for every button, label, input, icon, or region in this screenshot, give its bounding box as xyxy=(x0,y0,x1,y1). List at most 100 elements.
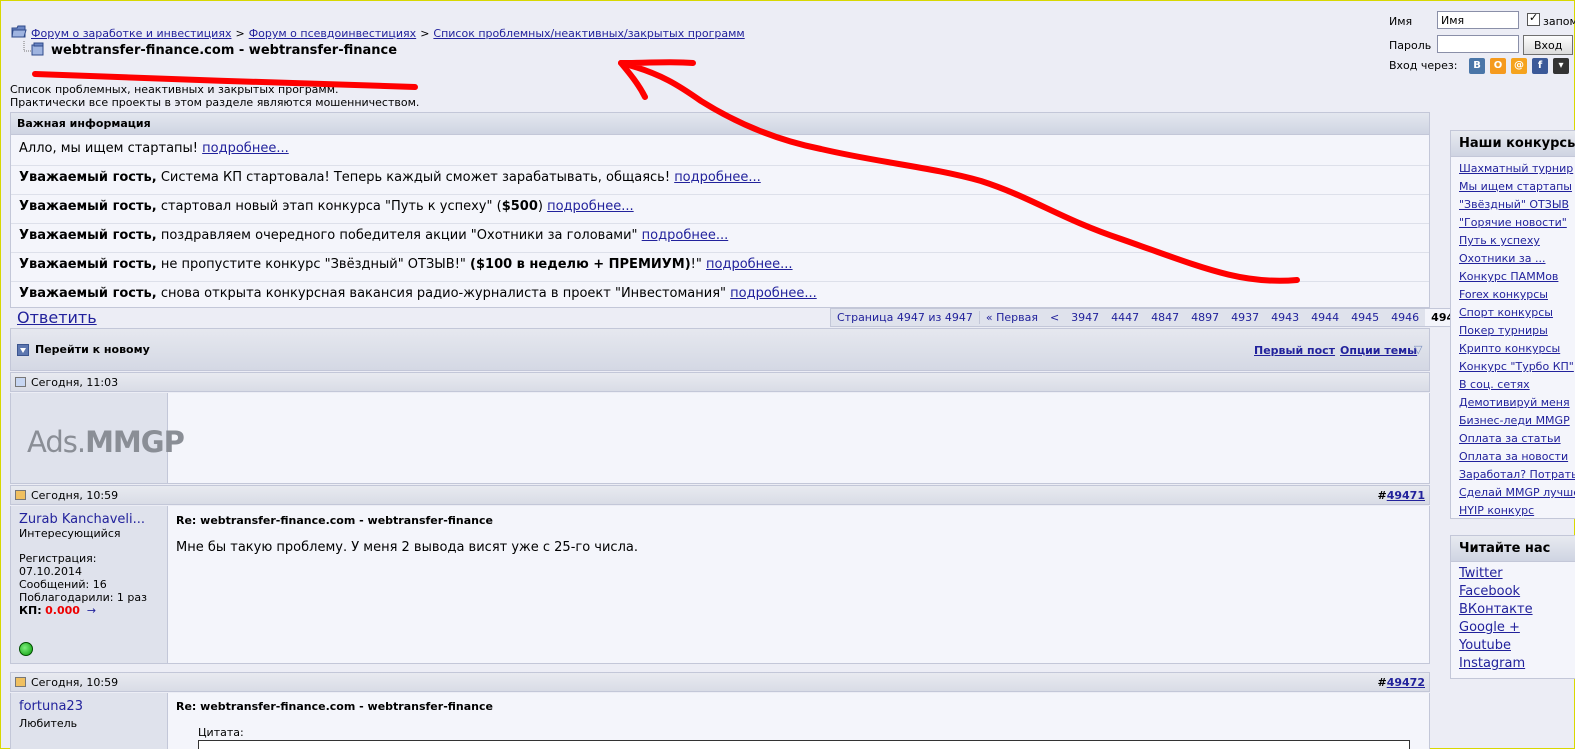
youtube-link[interactable]: Youtube xyxy=(1459,638,1511,653)
facebook-icon[interactable]: f xyxy=(1532,58,1548,74)
username-input[interactable] xyxy=(1437,11,1519,29)
more-link[interactable]: подробнее... xyxy=(706,257,793,272)
googleplus-link[interactable]: Google + xyxy=(1459,620,1520,635)
contest-link[interactable]: Конкурс ПАММов xyxy=(1459,270,1558,283)
post-status-icon xyxy=(15,677,26,687)
instagram-link[interactable]: Instagram xyxy=(1459,656,1525,671)
user-rank: Любитель xyxy=(19,717,78,730)
thread-options-dropdown-icon[interactable]: ▽ xyxy=(1414,343,1422,356)
more-icon[interactable]: ▾ xyxy=(1553,58,1569,74)
vkontakte-link[interactable]: ВКонтакте xyxy=(1459,602,1533,617)
online-status-icon xyxy=(19,642,33,656)
breadcrumb-link-forum[interactable]: Форум о заработке и инвестициях xyxy=(31,27,231,40)
contest-link[interactable]: HYIP конкурс xyxy=(1459,504,1534,517)
user-meta: Регистрация: 07.10.2014 Сообщений: 16 По… xyxy=(19,552,147,617)
vk-icon[interactable]: В xyxy=(1469,58,1485,74)
info-bold: Уважаемый гость, xyxy=(19,228,157,243)
contest-link[interactable]: Forex конкурсы xyxy=(1459,288,1548,301)
remember-checkbox[interactable] xyxy=(1527,11,1540,26)
page-link[interactable]: 4943 xyxy=(1265,311,1305,324)
page-link[interactable]: 4897 xyxy=(1185,311,1225,324)
quote-label: Цитата: xyxy=(198,726,244,739)
post: fortuna23 Любитель Re: webtransfer-finan… xyxy=(10,693,1430,749)
first-post-link[interactable]: Первый пост xyxy=(1254,344,1335,357)
more-link[interactable]: подробнее... xyxy=(642,228,729,243)
mailru-icon[interactable]: @ xyxy=(1511,58,1527,74)
contest-link[interactable]: Покер турниры xyxy=(1459,324,1548,337)
more-link[interactable]: подробнее... xyxy=(674,170,761,185)
contest-link[interactable]: Охотники за ... xyxy=(1459,252,1546,265)
contest-link[interactable]: Сделай MMGP лучше xyxy=(1459,486,1575,499)
info-text: ) xyxy=(537,199,548,214)
contest-link[interactable]: Демотивируй меня xyxy=(1459,396,1570,409)
contest-link[interactable]: Путь к успеху xyxy=(1459,234,1540,247)
contest-link[interactable]: "Горячие новости" xyxy=(1459,216,1567,229)
contest-link[interactable]: Шахматный турнир xyxy=(1459,162,1573,175)
divider xyxy=(11,252,1429,253)
thread-options-link[interactable]: Опции темы xyxy=(1340,344,1417,357)
forum-description: Список проблемных, неактивных и закрытых… xyxy=(10,83,419,109)
breadcrumb-link-pseudo[interactable]: Форум о псевдоинвестициях xyxy=(249,27,417,40)
info-bold: Уважаемый гость, xyxy=(19,199,157,214)
page-link[interactable]: 4937 xyxy=(1225,311,1265,324)
reg-date: 07.10.2014 xyxy=(19,565,82,578)
info-line: Уважаемый гость, поздравляем очередного … xyxy=(19,228,728,243)
info-text: Алло, мы ищем стартапы! xyxy=(19,141,203,156)
navbar: Форум о заработке и инвестициях > Форум о … xyxy=(9,7,1377,77)
odnoklassniki-icon[interactable]: О xyxy=(1490,58,1506,74)
post-number: #49472 xyxy=(1378,676,1426,689)
prev-page-link[interactable]: < xyxy=(1044,311,1065,324)
breadcrumb-separator: > xyxy=(420,27,430,40)
first-page-link[interactable]: « Первая xyxy=(980,311,1044,324)
info-bold: ($100 в неделю + ПРЕМИУМ) xyxy=(470,257,691,272)
post-text: Мне бы такую проблему. У меня 2 вывода в… xyxy=(176,540,638,555)
breadcrumb-separator: > xyxy=(235,27,245,40)
password-input[interactable] xyxy=(1437,35,1519,53)
forum-folder-icon xyxy=(11,25,27,38)
page-link[interactable]: 4447 xyxy=(1105,311,1145,324)
contest-link[interactable]: Оплата за новости xyxy=(1459,450,1568,463)
divider xyxy=(11,281,1429,282)
more-link[interactable]: подробнее... xyxy=(730,286,817,301)
contest-link[interactable]: Спорт конкурсы xyxy=(1459,306,1553,319)
contest-link[interactable]: "Звёздный" ОТЗЫВ xyxy=(1459,198,1569,211)
contest-link[interactable]: Крипто конкурсы xyxy=(1459,342,1560,355)
ads-mmgp-logo[interactable]: Ads.MMGP xyxy=(27,425,185,459)
info-bold: Уважаемый гость, xyxy=(19,286,157,301)
forum-description-line2: Практически все проекты в этом разделе я… xyxy=(10,96,420,109)
post-username[interactable]: fortuna23 xyxy=(19,699,83,714)
contest-link[interactable]: В соц. сетях xyxy=(1459,378,1530,391)
contests-panel: Наши конкурсы Шахматный турнир Мы ищем с… xyxy=(1450,130,1575,519)
post: Zurab Kanchaveli... Интересующийся Регис… xyxy=(10,506,1430,664)
contest-link[interactable]: Конкурс "Турбо КП" xyxy=(1459,360,1574,373)
post-number-link[interactable]: 49472 xyxy=(1387,676,1425,689)
twitter-link[interactable]: Twitter xyxy=(1459,566,1503,581)
reply-button[interactable]: Ответить xyxy=(17,308,97,327)
post-username[interactable]: Zurab Kanchaveli... xyxy=(19,512,145,527)
post-title: Re: webtransfer-finance.com - webtransfe… xyxy=(176,514,493,527)
page-link[interactable]: 4946 xyxy=(1385,311,1425,324)
goto-new-link[interactable]: Перейти к новому xyxy=(35,343,150,356)
post-status-icon xyxy=(15,490,26,500)
reg-label: Регистрация: xyxy=(19,552,97,565)
info-bold: Уважаемый гость, xyxy=(19,257,157,272)
contest-link[interactable]: Бизнес-леди MMGP xyxy=(1459,414,1570,427)
page-link[interactable]: 4847 xyxy=(1145,311,1185,324)
more-link[interactable]: подробнее... xyxy=(202,141,289,156)
contest-link[interactable]: Оплата за статьи xyxy=(1459,432,1561,445)
post-date: Сегодня, 10:59 xyxy=(31,489,119,502)
info-line: Уважаемый гость, снова открыта конкурсна… xyxy=(19,286,817,301)
more-link[interactable]: подробнее... xyxy=(547,199,634,214)
post-number-link[interactable]: 49471 xyxy=(1387,489,1425,502)
info-text: !" xyxy=(690,257,706,272)
facebook-link[interactable]: Facebook xyxy=(1459,584,1520,599)
page-link[interactable]: 4944 xyxy=(1305,311,1345,324)
page-link[interactable]: 3947 xyxy=(1065,311,1105,324)
contest-link[interactable]: Мы ищем стартапы xyxy=(1459,180,1572,193)
kp-arrow-icon[interactable]: → xyxy=(87,604,96,617)
login-button[interactable]: Вход xyxy=(1523,35,1574,55)
contest-link[interactable]: Заработал? Потрать xyxy=(1459,468,1575,481)
ads-logo-light: Ads. xyxy=(27,425,86,459)
breadcrumb-link-problem-list[interactable]: Список проблемных/неактивных/закрытых пр… xyxy=(433,27,744,40)
page-link[interactable]: 4945 xyxy=(1345,311,1385,324)
